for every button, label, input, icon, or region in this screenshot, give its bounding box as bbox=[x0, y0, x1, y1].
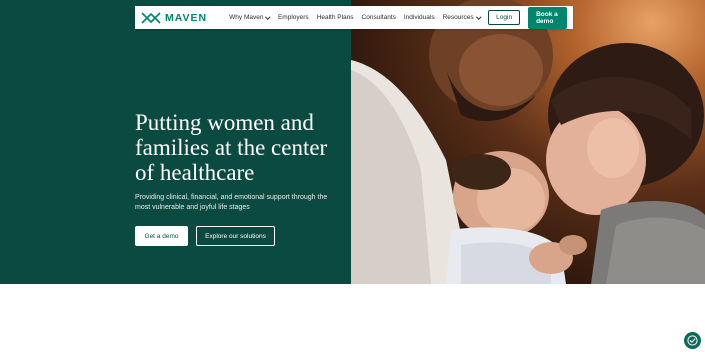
hero-headline: Putting women and families at the center… bbox=[135, 110, 328, 185]
maven-logo[interactable]: MAVEN bbox=[141, 12, 207, 24]
nav-health-plans[interactable]: Health Plans bbox=[317, 14, 354, 21]
explore-solutions-button[interactable]: Explore our solutions bbox=[196, 226, 275, 246]
nav-individuals-label: Individuals bbox=[403, 14, 435, 21]
check-badge-icon bbox=[687, 335, 698, 346]
floating-help-button[interactable] bbox=[684, 332, 701, 349]
chevron-down-icon bbox=[475, 14, 481, 19]
chevron-down-icon bbox=[265, 14, 271, 19]
hero-section: MAVEN Why Maven Employers Health Plans C… bbox=[0, 0, 705, 284]
nav-links: Why Maven Employers Health Plans Consult… bbox=[229, 14, 488, 21]
nav-actions: Login Book a demo bbox=[488, 6, 567, 29]
maven-logo-icon bbox=[141, 11, 161, 24]
logo-wordmark: MAVEN bbox=[165, 11, 208, 24]
top-nav: MAVEN Why Maven Employers Health Plans C… bbox=[135, 6, 573, 29]
nav-why-maven-label: Why Maven bbox=[229, 14, 264, 21]
nav-individuals[interactable]: Individuals bbox=[404, 14, 435, 21]
nav-employers-label: Employers bbox=[277, 14, 309, 21]
get-demo-button[interactable]: Get a demo bbox=[135, 226, 188, 246]
nav-employers[interactable]: Employers bbox=[278, 14, 309, 21]
nav-health-plans-label: Health Plans bbox=[316, 14, 354, 21]
hero-photo bbox=[351, 0, 705, 284]
nav-why-maven[interactable]: Why Maven bbox=[229, 14, 271, 21]
hero-subtext: Providing clinical, financial, and emoti… bbox=[135, 194, 328, 211]
nav-resources[interactable]: Resources bbox=[443, 14, 481, 21]
book-demo-button[interactable]: Book a demo bbox=[528, 6, 567, 29]
hero-cta-row: Get a demo Explore our solutions bbox=[135, 226, 275, 246]
family-photo-illustration bbox=[351, 0, 705, 284]
nav-resources-label: Resources bbox=[442, 14, 474, 21]
nav-consultants-label: Consultants bbox=[361, 14, 396, 21]
login-button[interactable]: Login bbox=[488, 10, 521, 25]
nav-consultants[interactable]: Consultants bbox=[362, 14, 396, 21]
